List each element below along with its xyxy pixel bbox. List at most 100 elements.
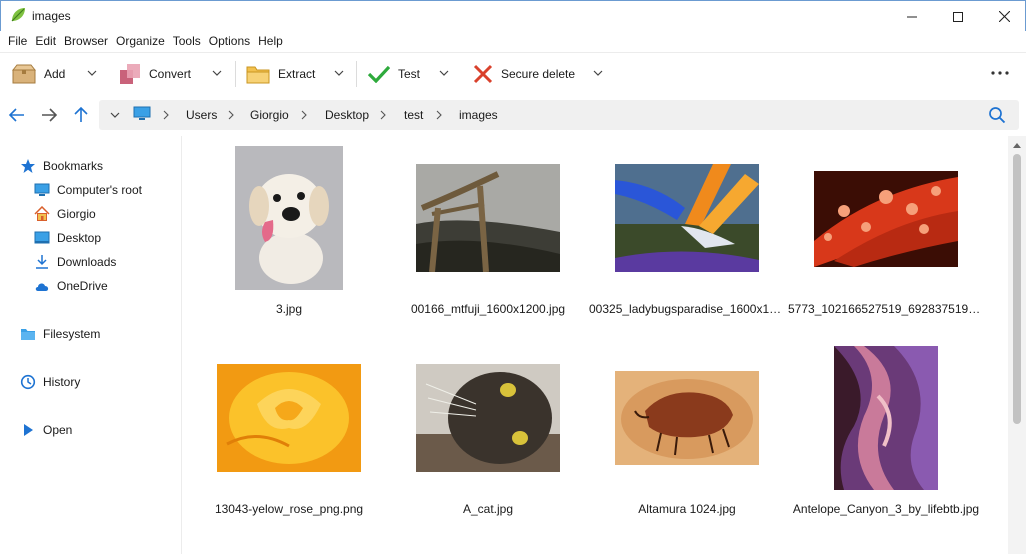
file-name: 00166_mtfuji_1600x1200.jpg bbox=[410, 302, 566, 316]
add-dropdown-chevron-icon[interactable] bbox=[86, 67, 98, 79]
minimize-icon bbox=[907, 16, 917, 17]
title-bar: images bbox=[0, 0, 1026, 31]
file-item[interactable]: Antelope_Canyon_3_by_lifebtb.jpg bbox=[788, 346, 984, 536]
menu-help[interactable]: Help bbox=[254, 31, 287, 51]
extract-dropdown-chevron-icon[interactable] bbox=[333, 67, 345, 79]
sidebar-item-label: Open bbox=[43, 423, 73, 437]
sidebar-item-label: Computer's root bbox=[57, 183, 142, 197]
test-dropdown-chevron-icon[interactable] bbox=[438, 67, 450, 79]
red-leaf-drops-thumbnail bbox=[814, 171, 958, 267]
sidebar-item-label: History bbox=[43, 375, 81, 389]
file-item[interactable]: 3.jpg bbox=[191, 146, 387, 336]
scrollbar-thumb[interactable] bbox=[1013, 154, 1021, 424]
sidebar-item-downloads[interactable]: Downloads bbox=[34, 252, 116, 272]
menu-edit[interactable]: Edit bbox=[31, 31, 60, 51]
menu-tools[interactable]: Tools bbox=[169, 31, 205, 51]
convert-label: Convert bbox=[149, 67, 192, 81]
peazip-app-icon bbox=[11, 8, 25, 22]
breadcrumb-separator-icon bbox=[301, 110, 307, 120]
toolbar-divider bbox=[356, 61, 357, 87]
file-item[interactable]: A_cat.jpg bbox=[390, 346, 586, 536]
add-button[interactable]: Add bbox=[12, 53, 65, 95]
sidebar: Bookmarks Computer's root Giorgio Deskto… bbox=[0, 136, 182, 554]
breadcrumb-separator-icon bbox=[380, 110, 386, 120]
file-name: 13043-yelow_rose_png.png bbox=[214, 502, 364, 516]
folder-icon bbox=[21, 329, 35, 340]
sidebar-item-filesystem[interactable]: Filesystem bbox=[20, 324, 100, 344]
address-bar[interactable]: Users Giorgio Desktop test images bbox=[99, 100, 1019, 130]
folder-icon bbox=[246, 66, 270, 84]
sidebar-item-open[interactable]: Open bbox=[20, 420, 72, 440]
secure-delete-dropdown-chevron-icon[interactable] bbox=[592, 67, 604, 79]
sidebar-item-label: Downloads bbox=[57, 255, 117, 269]
breadcrumb-separator-icon bbox=[163, 110, 169, 120]
breadcrumb-images[interactable]: images bbox=[459, 108, 498, 122]
history-icon bbox=[20, 374, 36, 390]
up-arrow-icon[interactable] bbox=[72, 106, 90, 124]
back-arrow-icon[interactable] bbox=[8, 106, 26, 124]
menu-browser[interactable]: Browser bbox=[60, 31, 112, 51]
extract-label: Extract bbox=[278, 67, 316, 81]
archive-box-icon bbox=[12, 64, 36, 84]
cloud-icon bbox=[35, 283, 49, 291]
home-icon bbox=[34, 206, 50, 221]
computer-icon[interactable] bbox=[133, 106, 151, 122]
menu-organize[interactable]: Organize bbox=[112, 31, 169, 51]
play-icon bbox=[24, 424, 33, 436]
breadcrumb-separator-icon bbox=[436, 110, 442, 120]
maximize-button[interactable] bbox=[935, 1, 981, 32]
vertical-scrollbar[interactable] bbox=[1008, 136, 1026, 554]
scroll-up-arrow-icon[interactable] bbox=[1012, 141, 1022, 149]
close-button[interactable] bbox=[981, 1, 1026, 32]
extract-button[interactable]: Extract bbox=[246, 53, 315, 95]
computer-icon bbox=[34, 183, 50, 196]
download-icon bbox=[36, 255, 48, 269]
sidebar-item-bookmarks[interactable]: Bookmarks bbox=[20, 156, 103, 176]
breadcrumb-test[interactable]: test bbox=[404, 108, 423, 122]
forward-arrow-icon[interactable] bbox=[40, 106, 58, 124]
sidebar-item-label: Filesystem bbox=[43, 327, 101, 341]
file-item[interactable]: 00325_ladybugsparadise_1600x120... bbox=[589, 146, 785, 336]
sidebar-item-onedrive[interactable]: OneDrive bbox=[34, 276, 108, 296]
breadcrumb-giorgio[interactable]: Giorgio bbox=[250, 108, 289, 122]
file-item[interactable]: Altamura 1024.jpg bbox=[589, 346, 785, 536]
sidebar-item-computers-root[interactable]: Computer's root bbox=[34, 180, 142, 200]
breadcrumb-desktop[interactable]: Desktop bbox=[325, 108, 369, 122]
test-button[interactable]: Test bbox=[368, 53, 420, 95]
cat-thumbnail bbox=[416, 364, 560, 472]
torii-thumbnail bbox=[416, 164, 560, 272]
sidebar-item-label: Bookmarks bbox=[43, 159, 104, 173]
secure-delete-button[interactable]: Secure delete bbox=[473, 53, 575, 95]
search-icon[interactable] bbox=[988, 106, 1006, 124]
sidebar-item-giorgio[interactable]: Giorgio bbox=[34, 204, 96, 224]
file-name: 3.jpg bbox=[275, 302, 303, 316]
breadcrumb-users[interactable]: Users bbox=[186, 108, 217, 122]
close-icon bbox=[998, 11, 1010, 22]
sidebar-item-desktop[interactable]: Desktop bbox=[34, 228, 101, 248]
file-name: A_cat.jpg bbox=[462, 502, 514, 516]
canyon-thumbnail bbox=[834, 346, 938, 490]
address-row: Users Giorgio Desktop test images bbox=[0, 96, 1026, 136]
toolbar-divider bbox=[235, 61, 236, 87]
sidebar-item-history[interactable]: History bbox=[20, 372, 80, 392]
minimize-button[interactable] bbox=[889, 1, 935, 32]
file-item[interactable]: 13043-yelow_rose_png.png bbox=[191, 346, 387, 536]
file-item[interactable]: 00166_mtfuji_1600x1200.jpg bbox=[390, 146, 586, 336]
sidebar-item-label: Giorgio bbox=[57, 207, 96, 221]
bird-of-paradise-thumbnail bbox=[615, 164, 759, 272]
menu-file[interactable]: File bbox=[4, 31, 31, 51]
maximize-icon bbox=[953, 11, 963, 22]
menu-options[interactable]: Options bbox=[205, 31, 254, 51]
desktop-icon bbox=[34, 231, 50, 244]
convert-dropdown-chevron-icon[interactable] bbox=[211, 67, 223, 79]
window-title: images bbox=[32, 9, 71, 23]
more-options-icon[interactable] bbox=[989, 65, 1011, 81]
puppy-thumbnail bbox=[235, 146, 343, 290]
history-dropdown-chevron-icon[interactable] bbox=[110, 110, 120, 120]
file-name: 00325_ladybugsparadise_1600x120... bbox=[589, 302, 785, 316]
menu-bar: File Edit Browser Organize Tools Options… bbox=[0, 31, 1026, 51]
file-item[interactable]: 5773_102166527519_692837519_204... bbox=[788, 146, 984, 336]
convert-button[interactable]: Convert bbox=[119, 53, 191, 95]
check-icon bbox=[368, 65, 390, 83]
secure-delete-label: Secure delete bbox=[501, 67, 576, 81]
